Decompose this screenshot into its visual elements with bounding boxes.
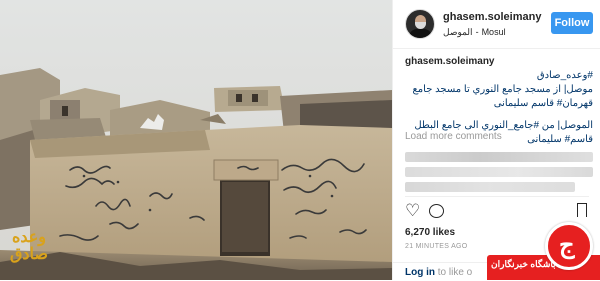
bookmark-icon[interactable]	[577, 203, 587, 221]
post-photo[interactable]: وعده صادق	[0, 0, 392, 280]
badge-glyph: ج	[559, 230, 575, 259]
post-timestamp: 21 MINUTES AGO	[405, 243, 468, 250]
caption-hashtag[interactable]: #وعده_صادق	[405, 69, 593, 83]
location-name: Mosul	[481, 27, 506, 37]
follow-button[interactable]: Follow	[551, 12, 593, 34]
badge-label: باشگاه خبرنگاران	[491, 259, 556, 269]
likes-count[interactable]: 6,270 likes	[405, 227, 455, 238]
heart-icon[interactable]: ♡	[405, 202, 420, 220]
avatar[interactable]	[405, 9, 435, 39]
login-prompt: Log in to like o	[405, 267, 472, 278]
header-username[interactable]: ghasem.soleimany	[443, 11, 541, 23]
badge-logo-icon: ج	[545, 222, 593, 270]
post-header: ghasem.soleimany الموصل - Mosul Follow	[393, 0, 600, 49]
ruined-mosque-wall-image	[0, 0, 392, 280]
location-arabic: الموصل	[443, 27, 473, 37]
caption-line-persian: موصل| از مسجد جامع النوري تا مسجد جامع ق…	[412, 84, 593, 109]
caption-username[interactable]: ghasem.soleimany	[405, 56, 494, 67]
blurred-comment	[405, 182, 575, 192]
location[interactable]: الموصل - Mosul	[443, 27, 509, 38]
watermark-logo: وعده صادق	[4, 228, 54, 262]
comment-icon[interactable]	[429, 204, 444, 218]
login-suffix: to like o	[435, 267, 473, 278]
load-more-comments[interactable]: Load more comments	[405, 131, 502, 142]
watermark-line-1: وعده	[11, 227, 47, 246]
blurred-comment	[405, 152, 593, 162]
watermark-line-2: صادق	[10, 244, 48, 263]
divider	[405, 196, 589, 197]
action-bar: ♡	[405, 201, 589, 221]
location-separator: -	[475, 27, 479, 37]
blurred-comment	[405, 167, 593, 177]
news-agency-badge: باشگاه خبرنگاران ج	[477, 222, 600, 280]
login-link[interactable]: Log in	[405, 267, 435, 278]
